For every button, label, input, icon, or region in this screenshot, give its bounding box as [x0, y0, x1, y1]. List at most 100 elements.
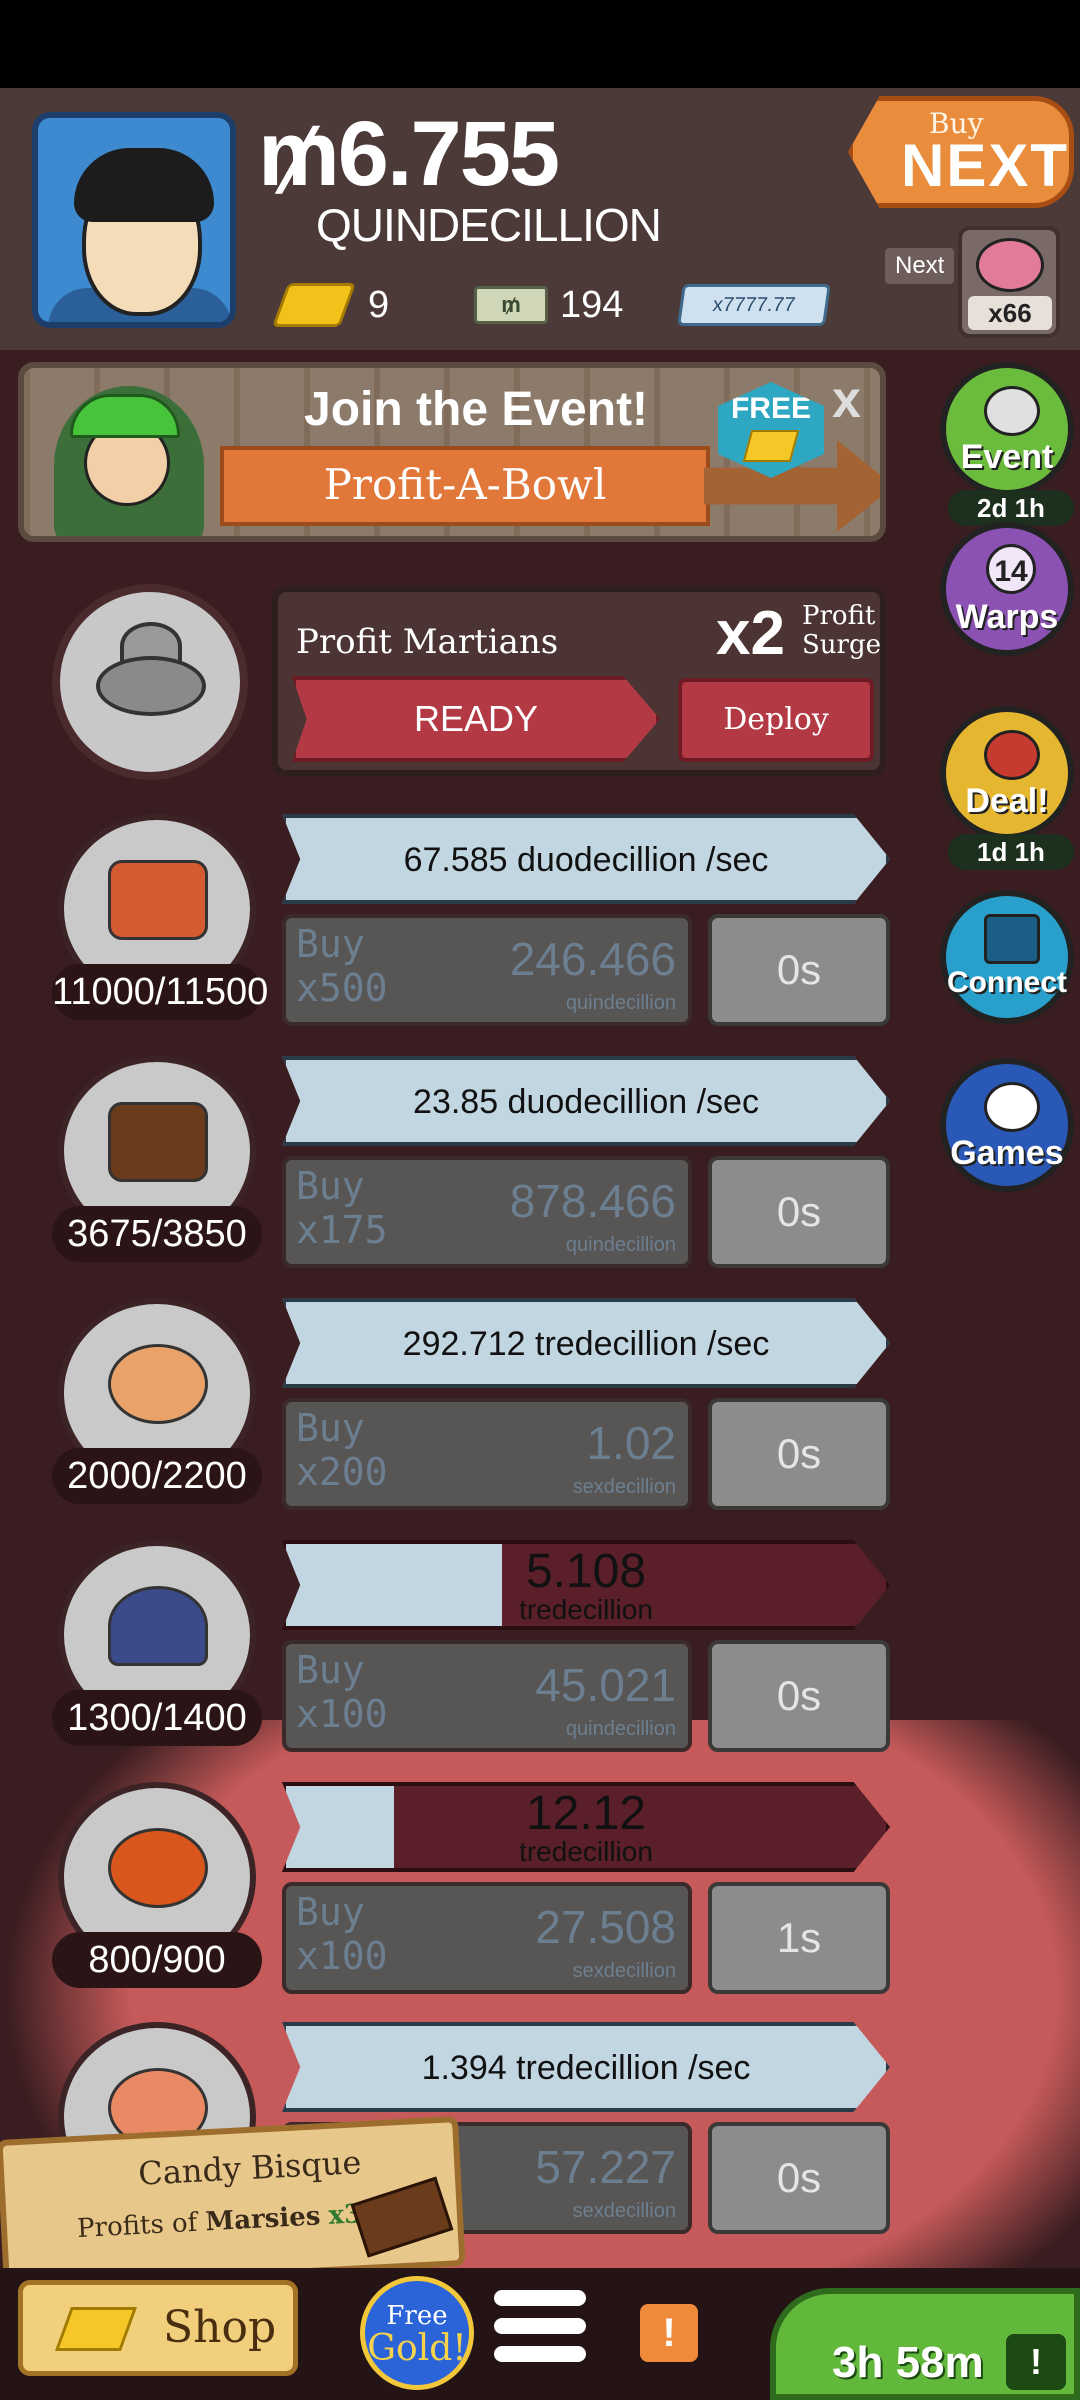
business-rate-bar[interactable]: 1.394 tredecillion /sec: [282, 2022, 890, 2112]
close-icon[interactable]: x: [832, 370, 861, 430]
buy-quantity: x100: [296, 1692, 388, 1736]
business-progress-bar[interactable]: 12.12 tredecillion: [282, 1782, 890, 1872]
martians-multiplier-label-1: Profit: [802, 601, 876, 631]
upgrade-target: Marsies: [204, 2201, 322, 2238]
business-art: [108, 860, 208, 940]
business-art: [108, 1586, 208, 1666]
upgrade-desc-prefix: Profits of: [76, 2207, 199, 2245]
buy-button[interactable]: Buy x100 45.021 quindecillion: [282, 1640, 692, 1752]
buy-quantity: x200: [296, 1450, 388, 1494]
tv-ad-timer: 3h 58m: [832, 2338, 984, 2387]
buy-next-button[interactable]: Buy NEXT: [848, 96, 1074, 208]
business-rate-bar[interactable]: 292.712 tredecillion /sec: [282, 1298, 890, 1388]
business-rate-bar[interactable]: 23.85 duodecillion /sec: [282, 1056, 890, 1146]
buy-price-unit: sexdecillion: [572, 2200, 676, 2222]
business-count: 3675/3850: [52, 1206, 262, 1262]
business-progress-bar[interactable]: 5.108 tredecillion: [282, 1540, 890, 1630]
business-timer: 0s: [708, 1640, 890, 1752]
buy-price: 45.021: [535, 1659, 676, 1711]
free-gold-line2: Gold!: [367, 2328, 467, 2370]
avatar-hair: [74, 148, 214, 222]
free-label: FREE: [730, 392, 811, 425]
buy-price-unit: quindecillion: [565, 1718, 676, 1740]
profit-martians-panel: Profit Martians x2 Profit Surge READY De…: [272, 586, 886, 776]
multiplier-bill: x7777.77: [677, 284, 831, 326]
gold-icon: [54, 2307, 138, 2351]
buy-price-unit: sexdecillion: [572, 1476, 676, 1498]
menu-icon[interactable]: [494, 2290, 586, 2374]
next-item-count: x66: [968, 296, 1052, 330]
next-label: Next: [885, 248, 955, 284]
free-gold-button[interactable]: Free Gold!: [360, 2276, 474, 2390]
ready-button[interactable]: READY: [292, 676, 660, 762]
martians-title: Profit Martians: [296, 622, 559, 662]
brain-icon: [976, 238, 1044, 292]
gold-count: 9: [368, 284, 390, 326]
money-unit: QUINDECILLION: [316, 199, 662, 251]
business-count: 11000/11500: [52, 964, 268, 1020]
buy-price: 878.466: [509, 1175, 676, 1227]
megabucks-icon: ₥: [474, 286, 548, 324]
buy-quantity: x100: [296, 1934, 388, 1978]
buy-quantity: x175: [296, 1208, 388, 1252]
progress-unit: tredecillion: [519, 1594, 653, 1625]
buy-button[interactable]: Buy x100 27.508 sexdecillion: [282, 1882, 692, 1994]
tv-icon: !: [1006, 2334, 1066, 2390]
deploy-button[interactable]: Deploy: [678, 678, 874, 762]
business-row: 11000/11500 67.585 duodecillion /sec Buy…: [0, 814, 1080, 1034]
profit-martians-icon: [52, 584, 248, 780]
buy-price: 246.466: [509, 933, 676, 985]
megabucks-count: 194: [560, 284, 624, 326]
ufo-icon: [96, 656, 206, 716]
business-count: 800/900: [52, 1932, 262, 1988]
buy-price-unit: quindecillion: [565, 1234, 676, 1256]
event-button[interactable]: Event 2d 1h: [940, 362, 1074, 526]
martians-multiplier-label-2: Surge: [802, 629, 882, 660]
event-name: Profit-A-Bowl: [220, 446, 710, 526]
buy-quantity: x500: [296, 966, 388, 1010]
business-timer: 0s: [708, 914, 890, 1026]
business-art: [108, 1102, 208, 1182]
event-banner[interactable]: Join the Event! Profit-A-Bowl FREE x: [18, 362, 886, 542]
gift-icon: [984, 730, 1040, 780]
buy-price: 27.508: [535, 1901, 676, 1953]
buy-button[interactable]: Buy x200 1.02 sexdecillion: [282, 1398, 692, 1510]
buy-label: Buy: [296, 1406, 365, 1450]
progress-unit: tredecillion: [519, 1836, 653, 1867]
upgrade-name: Candy Bisque: [137, 2143, 363, 2193]
buy-price: 57.227: [535, 2141, 676, 2193]
event-title: Join the Event!: [304, 383, 649, 436]
upgrade-toast[interactable]: Candy Bisque Profits of Marsies x3.33: [0, 2116, 466, 2290]
event-label: Event: [960, 438, 1054, 476]
shop-button[interactable]: Shop: [18, 2280, 298, 2376]
business-row: 1300/1400 5.108 tredecillion Buy x100 45…: [0, 1540, 1080, 1760]
buy-button[interactable]: Buy x175 878.466 quindecillion: [282, 1156, 692, 1268]
business-timer: 0s: [708, 1398, 890, 1510]
business-art: [108, 1344, 208, 1424]
buy-label: Buy: [296, 1648, 365, 1692]
business-count: 1300/1400: [52, 1690, 262, 1746]
business-timer: 1s: [708, 1882, 890, 1994]
buy-button[interactable]: Buy x500 246.466 quindecillion: [282, 914, 692, 1026]
gold-icon: [271, 283, 357, 327]
progress-value: 5.108: [525, 1545, 647, 1598]
tv-ad-button[interactable]: 3h 58m !: [770, 2288, 1080, 2400]
player-avatar[interactable]: [32, 112, 236, 328]
next-item-button[interactable]: x66: [958, 226, 1060, 338]
business-row: 3675/3850 23.85 duodecillion /sec Buy x1…: [0, 1056, 1080, 1276]
buy-next-big: NEXT: [901, 132, 1070, 199]
warps-button[interactable]: 14 Warps: [940, 522, 1074, 656]
free-gold-line1: Free: [386, 2301, 448, 2331]
martians-multiplier: x2: [716, 599, 785, 668]
business-row: 800/900 12.12 tredecillion Buy x100 27.5…: [0, 1782, 1080, 2002]
event-timer: 2d 1h: [948, 490, 1074, 526]
martians-multiplier-label: Profit Surge: [802, 602, 881, 659]
business-rate-bar[interactable]: 67.585 duodecillion /sec: [282, 814, 890, 904]
status-bar: [0, 0, 1080, 88]
chocolate-icon: [350, 2176, 454, 2258]
alert-icon[interactable]: !: [640, 2304, 698, 2362]
business-row: 2000/2200 292.712 tredecillion /sec Buy …: [0, 1298, 1080, 1518]
business-timer: 0s: [708, 1156, 890, 1268]
buy-label: Buy: [296, 1164, 365, 1208]
warps-label: Warps: [955, 598, 1059, 636]
